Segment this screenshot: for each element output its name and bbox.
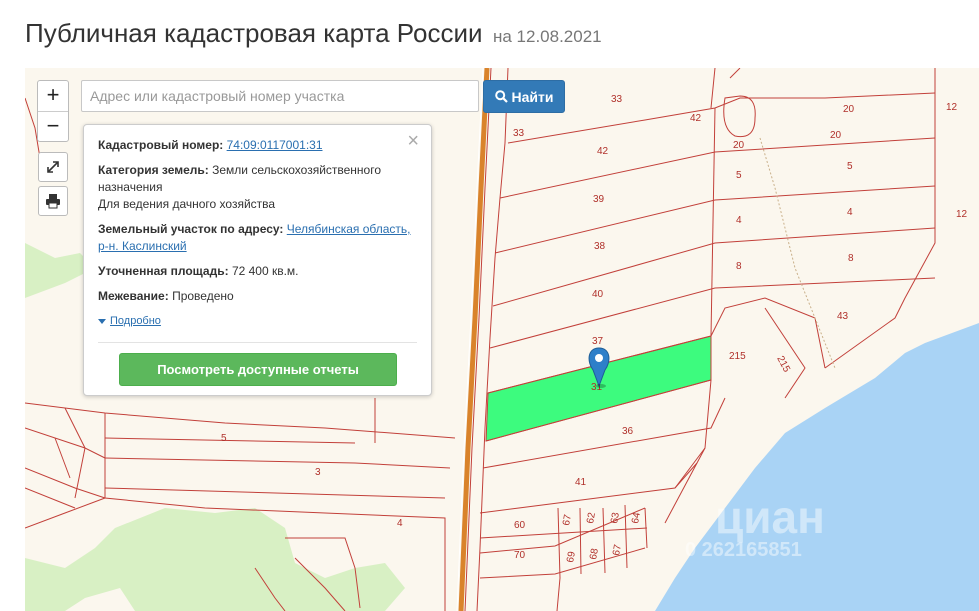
cadastral-number-row: Кадастровый номер: 74:09:0117001:31	[98, 137, 417, 154]
page-date: на 12.08.2021	[492, 27, 602, 46]
search-button[interactable]: Найти	[483, 80, 565, 113]
area-label: Уточненная площадь:	[98, 264, 229, 278]
address-label: Земельный участок по адресу:	[98, 222, 284, 236]
view-reports-button[interactable]: Посмотреть доступные отчеты	[119, 353, 397, 386]
plot-label: 64	[630, 511, 643, 524]
plot-label: 215	[729, 351, 746, 362]
forest-area	[25, 508, 405, 611]
road-edge	[456, 68, 484, 611]
details-link[interactable]: Подробно	[110, 315, 161, 327]
zoom-in-button[interactable]: +	[38, 81, 68, 111]
plot-label: 38	[594, 241, 606, 252]
zoom-out-button[interactable]: −	[38, 111, 68, 142]
watermark-phone: 0 262165851	[685, 539, 802, 561]
plot-label: 215	[774, 354, 792, 374]
area-value: 72 400 кв.м.	[231, 264, 299, 278]
cadastral-number-link[interactable]: 74:09:0117001:31	[227, 138, 323, 152]
plot-label: 20	[733, 140, 745, 151]
plot-label: 8	[736, 261, 742, 272]
cadastral-number-label: Кадастровый номер:	[98, 138, 224, 152]
search-icon	[494, 90, 508, 103]
printer-icon	[46, 194, 60, 209]
page-header: Публичная кадастровая карта России на 12…	[25, 18, 602, 49]
plot-label: 43	[837, 311, 849, 322]
close-icon[interactable]: ×	[407, 131, 419, 151]
plot-label: 36	[622, 426, 634, 437]
plot-label: 69	[565, 550, 578, 563]
plot-label: 12	[956, 209, 968, 220]
plot-label: 42	[597, 146, 609, 157]
plot-label: 20	[830, 130, 842, 141]
plot-label: 20	[843, 104, 855, 115]
plot-label: 68	[588, 547, 601, 560]
survey-value: Проведено	[172, 289, 234, 303]
road	[458, 68, 490, 611]
plot-label: 42	[690, 113, 702, 124]
plot-label: 5	[221, 433, 227, 444]
land-category-label: Категория земель:	[98, 163, 209, 177]
land-category-row: Категория земель: Земли сельскохозяйстве…	[98, 162, 417, 213]
plot-label: 67	[561, 513, 574, 526]
plot-label: 4	[736, 215, 742, 226]
plot-label: 12	[946, 102, 958, 113]
plot-label: 67	[611, 543, 624, 556]
zoom-control: + −	[37, 80, 69, 142]
plot-label: 4	[847, 207, 853, 218]
survey-row: Межевание: Проведено	[98, 288, 417, 305]
chevron-down-icon	[98, 318, 106, 324]
plot-label: 40	[592, 289, 604, 300]
plot-label: 5	[847, 161, 853, 172]
watermark-logo: циан	[715, 491, 825, 543]
plot-label: 33	[513, 128, 525, 139]
divider	[98, 342, 417, 343]
search-button-label: Найти	[511, 88, 554, 105]
road-edge	[464, 68, 492, 611]
plot-label: 5	[736, 170, 742, 181]
plot-label: 37	[592, 336, 604, 347]
parcel-info-panel: × Кадастровый номер: 74:09:0117001:31 Ка…	[83, 124, 432, 396]
plot-label: 33	[611, 94, 623, 105]
expand-icon	[47, 161, 59, 173]
plot-label: 70	[514, 550, 526, 561]
survey-label: Межевание:	[98, 289, 169, 303]
plot-label: 39	[593, 194, 605, 205]
plot-label: 41	[575, 477, 587, 488]
address-row: Земельный участок по адресу: Челябинская…	[98, 221, 417, 255]
plot-label: 60	[514, 520, 526, 531]
details-toggle[interactable]: Подробно	[98, 313, 417, 330]
plot-label: 8	[848, 253, 854, 264]
plot-label: 3	[315, 467, 321, 478]
print-button[interactable]	[38, 186, 68, 216]
area-row: Уточненная площадь: 72 400 кв.м.	[98, 263, 417, 280]
dirt-track	[759, 137, 836, 369]
plot-label: 4	[397, 518, 403, 529]
cadastral-map[interactable]: 33 42 20 12 33 42 20 20 5 5 39 4 4 12 38…	[25, 68, 979, 611]
land-use-value: Для ведения дачного хозяйства	[98, 197, 276, 211]
search-input[interactable]	[81, 80, 479, 112]
plot-label: 63	[609, 511, 622, 524]
page-title: Публичная кадастровая карта России	[25, 18, 483, 48]
fullscreen-button[interactable]	[38, 152, 68, 182]
plot-label: 62	[585, 511, 598, 524]
